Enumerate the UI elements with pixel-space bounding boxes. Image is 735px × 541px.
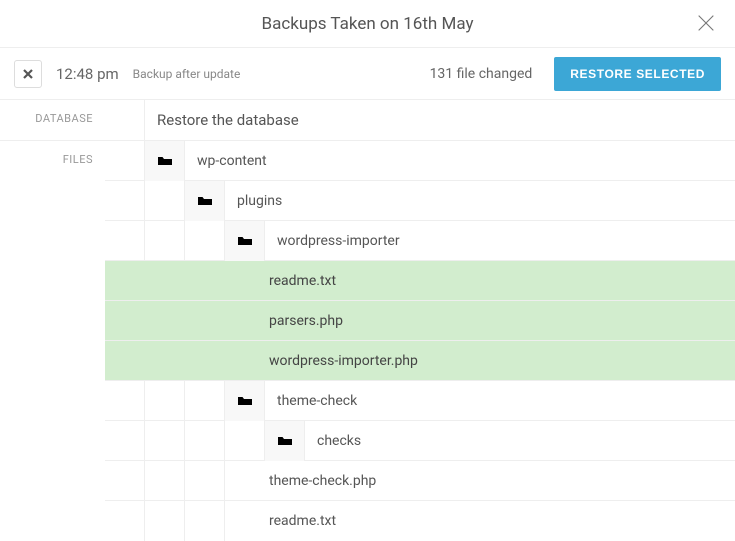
check-icon [117, 153, 133, 169]
dialog-title: Backups Taken on 16th May [261, 14, 473, 34]
tree-row-parsers-php: parsers.php [105, 301, 735, 341]
tree-row-checks: checks [105, 421, 735, 461]
files-section-label: FILES [0, 141, 105, 541]
tree-checkbox[interactable] [105, 141, 145, 181]
tree-checkbox[interactable] [225, 301, 265, 341]
tree-item-label[interactable]: wordpress-importer.php [265, 353, 735, 369]
tree-item-label[interactable]: theme-check [265, 393, 735, 409]
tree-row-readme-txt: readme.txt [105, 261, 735, 301]
files-changed-count: 131 file changed [430, 66, 533, 82]
tree-row-wordpress-importer: wordpress-importer [105, 221, 735, 261]
restore-selected-button[interactable]: RESTORE SELECTED [554, 57, 721, 91]
tree-checkbox[interactable] [225, 261, 265, 301]
check-icon [237, 433, 253, 449]
tree-checkbox[interactable] [185, 221, 225, 261]
file-tree: wp-content plugins wordpress-importer [105, 141, 735, 541]
dialog-header: Backups Taken on 16th May [0, 0, 735, 48]
check-icon [237, 473, 253, 489]
folder-open-icon [157, 154, 173, 168]
check-icon [197, 233, 213, 249]
folder-closed-icon [277, 434, 293, 448]
check-icon [157, 193, 173, 209]
files-section: FILES wp-content plugins [0, 141, 735, 541]
tree-item-label[interactable]: checks [305, 433, 735, 449]
tree-checkbox[interactable] [225, 461, 265, 501]
tree-item-label[interactable]: theme-check.php [265, 473, 735, 489]
tree-row-wp-content: wp-content [105, 141, 735, 181]
tree-checkbox[interactable] [225, 341, 265, 381]
cancel-button[interactable] [14, 60, 42, 88]
folder-open-icon [237, 234, 253, 248]
database-section-label: DATABASE [0, 100, 105, 140]
tree-item-label[interactable]: parsers.php [265, 313, 735, 329]
folder-open-icon [237, 394, 253, 408]
backup-label: Backup after update [133, 67, 241, 81]
tree-item-label[interactable]: wp-content [185, 153, 735, 169]
tree-expand-toggle[interactable] [225, 221, 265, 261]
check-icon [237, 313, 253, 329]
tree-expand-toggle[interactable] [185, 181, 225, 221]
database-section: DATABASE Restore the database [0, 100, 735, 141]
tree-item-label[interactable]: plugins [225, 193, 735, 209]
tree-row-wordpress-importer-php: wordpress-importer.php [105, 341, 735, 381]
tree-checkbox[interactable] [145, 181, 185, 221]
tree-expand-toggle[interactable] [225, 381, 265, 421]
tree-row-plugins: plugins [105, 181, 735, 221]
toolbar: 12:48 pm Backup after update 131 file ch… [0, 48, 735, 100]
check-icon [237, 513, 253, 529]
tree-row-theme-check-php: theme-check.php [105, 461, 735, 501]
tree-checkbox[interactable] [225, 501, 265, 541]
backup-time: 12:48 pm [56, 65, 119, 83]
tree-item-label[interactable]: readme.txt [265, 513, 735, 529]
tree-row-readme-txt-2: readme.txt [105, 501, 735, 541]
database-restore-label: Restore the database [145, 111, 299, 129]
tree-checkbox[interactable] [225, 421, 265, 461]
x-icon [23, 69, 33, 79]
close-button[interactable] [695, 12, 719, 36]
check-icon [237, 353, 253, 369]
tree-checkbox[interactable] [185, 381, 225, 421]
check-icon [237, 273, 253, 289]
database-checkbox[interactable] [105, 100, 145, 140]
database-row: Restore the database [105, 100, 735, 140]
check-icon [117, 112, 133, 128]
tree-item-label[interactable]: wordpress-importer [265, 233, 735, 249]
folder-open-icon [197, 194, 213, 208]
tree-expand-toggle[interactable] [145, 141, 185, 181]
tree-item-label[interactable]: readme.txt [265, 273, 735, 289]
tree-row-theme-check: theme-check [105, 381, 735, 421]
tree-expand-toggle[interactable] [265, 421, 305, 461]
check-icon [197, 393, 213, 409]
close-icon [695, 12, 717, 34]
